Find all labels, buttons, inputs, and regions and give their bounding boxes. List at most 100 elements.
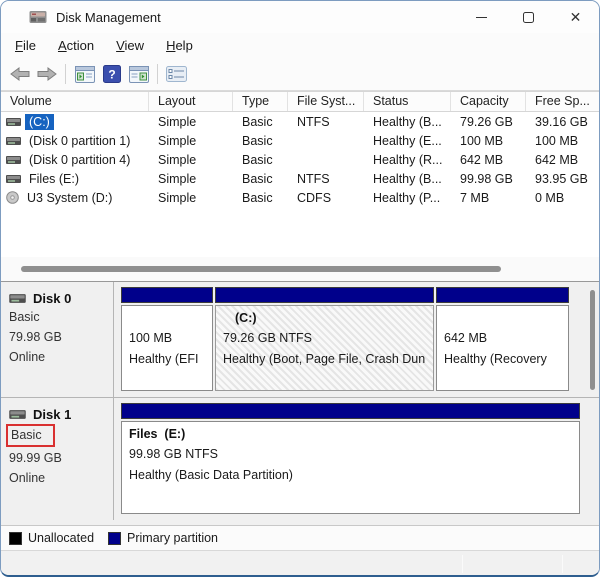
partition-body[interactable]: Files (E:) 99.98 GB NTFS Healthy (Basic Da… [121, 421, 580, 514]
volume-row-cell: 642 MB [460, 152, 504, 167]
menu-item-file[interactable]: File [4, 36, 47, 55]
disk-icon [9, 410, 26, 419]
disk-name: Disk 0 [9, 291, 113, 306]
volume-row-cell: Simple [158, 190, 197, 205]
volume-row[interactable]: (Disk 0 partition 4) Simple Basic Healthy (… [1, 150, 599, 169]
disk-icon [6, 155, 21, 164]
partition-name [129, 308, 206, 328]
forward-button[interactable] [33, 61, 60, 88]
minimize-button[interactable] [458, 1, 505, 33]
disk-size: 79.98 GB [9, 330, 62, 344]
volume-row-cell: Simple [158, 171, 197, 186]
partition-status: Healthy (Boot, Page File, Crash Dun [223, 352, 426, 366]
status-bar-separator [562, 555, 563, 573]
window-controls: ✕ [458, 1, 599, 33]
disk-type: Basic [6, 424, 113, 447]
legend-label: Primary partition [127, 531, 219, 545]
volume-row-cell: 93.95 GB [535, 171, 588, 186]
menu-item-view[interactable]: View [105, 36, 155, 55]
properties-icon [166, 66, 187, 82]
volume-row-cell: Basic [242, 152, 273, 167]
title-bar: Disk Management ✕ [1, 1, 599, 33]
volume-row-cell: Healthy (R... [373, 152, 443, 167]
volume-table-header: Volume Layout Type File Syst... Status Capaci… [1, 91, 599, 112]
volume-row-cell: Simple [158, 114, 197, 129]
volume-row[interactable]: (Disk 0 partition 1) Simple Basic Healthy (… [1, 131, 599, 150]
volume-row-cell: 39.16 GB [535, 114, 588, 129]
volume-row[interactable]: (C:) Simple Basic NTFS Healthy (B... 79.26 GB… [1, 112, 599, 131]
svg-text:?: ? [108, 68, 115, 82]
disk-label-panel: Disk 0 Basic 79.98 GB Online [1, 282, 114, 397]
partition-type-bar [121, 403, 580, 419]
window-title: Disk Management [56, 9, 161, 25]
close-button[interactable]: ✕ [552, 1, 599, 33]
partition-filese[interactable]: Files (E:) 99.98 GB NTFS Healthy (Basic Da… [121, 403, 580, 514]
show-console-tree-button[interactable] [71, 61, 98, 88]
partition-type-bar [121, 287, 213, 303]
volume-row-cell: 642 MB [535, 152, 579, 167]
volume-row-cell: NTFS [297, 171, 330, 186]
horizontal-scrollbar-thumb[interactable] [21, 266, 501, 272]
partition-status: Healthy (EFI [129, 352, 199, 366]
horizontal-scrollbar[interactable] [1, 257, 599, 281]
volume-name: U3 System (D:) [27, 190, 113, 205]
disk-management-app-icon [29, 11, 47, 23]
partition[interactable]: 642 MB Healthy (Recovery [436, 287, 569, 391]
menu-bar: File Action View Help [1, 33, 599, 58]
disk-status: Online [9, 350, 46, 364]
volume-row-cell: CDFS [297, 190, 332, 205]
partitions-area: 100 MB Healthy (EFI (C:) 79.26 GB NTFS Healt… [114, 282, 599, 397]
volume-row-cell: Basic [242, 133, 273, 148]
column-header-free-sp[interactable]: Free Sp... [526, 92, 599, 111]
show-action-pane-button[interactable] [125, 61, 152, 88]
volume-row-cell: 100 MB [535, 133, 579, 148]
back-button[interactable] [6, 61, 33, 88]
column-header-volume[interactable]: Volume [1, 92, 149, 111]
partition[interactable]: 100 MB Healthy (EFI [121, 287, 213, 391]
partition-name: Files (E:) [129, 427, 186, 441]
toolbar: ? [1, 58, 599, 91]
volume-name: (Disk 0 partition 4) [29, 152, 131, 167]
vertical-scrollbar-thumb[interactable] [590, 290, 595, 390]
volume-cell: U3 System (D:) [1, 190, 149, 206]
cd-icon [6, 191, 19, 204]
status-bar [1, 550, 599, 575]
partition-name [444, 308, 562, 328]
volume-row-cell: Simple [158, 133, 197, 148]
volume-row-cell: 7 MB [460, 190, 490, 205]
menu-item-help[interactable]: Help [155, 36, 204, 55]
volume-row[interactable]: Files (E:) Simple Basic NTFS Healthy (B... 99… [1, 169, 599, 188]
properties-button[interactable] [163, 61, 190, 88]
volume-cell: (Disk 0 partition 4) [1, 152, 149, 168]
partition-c[interactable]: (C:) 79.26 GB NTFS Healthy (Boot, Page Fil… [215, 287, 434, 391]
help-button[interactable]: ? [98, 61, 125, 88]
volume-cell: (Disk 0 partition 1) [1, 133, 149, 149]
partition-body[interactable]: 100 MB Healthy (EFI [121, 305, 213, 391]
menu-item-action[interactable]: Action [47, 36, 105, 55]
volume-row-cell: Basic [242, 171, 273, 186]
volume-row-cell: 100 MB [460, 133, 504, 148]
maximize-button[interactable] [505, 1, 552, 33]
red-highlight-box: Basic [6, 424, 55, 447]
partition-body[interactable]: 642 MB Healthy (Recovery [436, 305, 569, 391]
disk-row-disk-1: Disk 1 Basic 99.99 GB Online Files (E:) 99.98… [1, 398, 599, 520]
status-bar-separator [462, 555, 463, 573]
column-header-type[interactable]: Type [233, 92, 288, 111]
column-header-layout[interactable]: Layout [149, 92, 233, 111]
toolbar-separator [65, 64, 66, 84]
partitions-area: Files (E:) 99.98 GB NTFS Healthy (Basic Da… [114, 398, 599, 520]
legend-swatch-primary-partition [108, 531, 122, 545]
partition-body[interactable]: (C:) 79.26 GB NTFS Healthy (Boot, Page Fil… [215, 305, 434, 391]
volume-row-cell: Basic [242, 114, 273, 129]
volume-row-cell: 79.26 GB [460, 114, 513, 129]
volume-name: (Disk 0 partition 1) [29, 133, 131, 148]
column-header-status[interactable]: Status [364, 92, 451, 111]
disk-status: Online [9, 471, 46, 485]
volume-row[interactable]: U3 System (D:) Simple Basic CDFS Healthy (P.… [1, 188, 599, 207]
column-header-file-syst[interactable]: File Syst... [288, 92, 364, 111]
volume-name: Files (E:) [29, 171, 79, 186]
legend-swatch-unallocated [9, 531, 22, 545]
partition-size: 79.26 GB NTFS [223, 331, 312, 345]
column-header-capacity[interactable]: Capacity [451, 92, 526, 111]
disk-name: Disk 1 [9, 407, 113, 422]
